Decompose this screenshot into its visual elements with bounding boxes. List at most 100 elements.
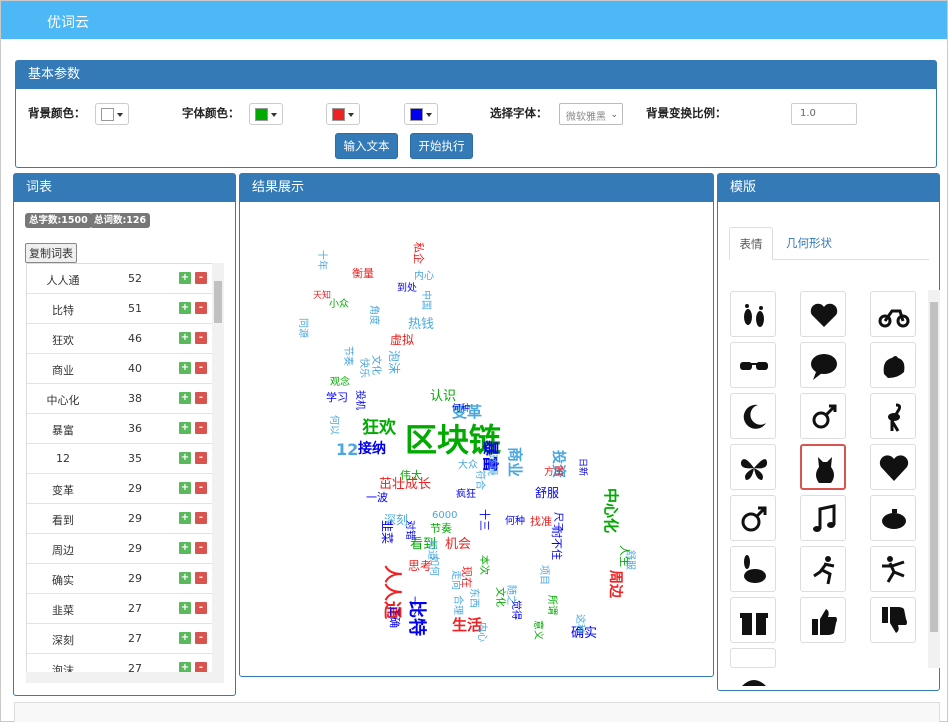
cloud-word: 接纳 xyxy=(358,441,386,457)
cloud-word: 认识 xyxy=(430,389,457,404)
template-icon-male[interactable] xyxy=(730,495,776,541)
cloud-word: 观念 xyxy=(330,377,350,388)
cloud-word: 舒服 xyxy=(535,486,560,500)
music-note-icon xyxy=(813,504,836,532)
partial-icon xyxy=(742,680,766,686)
template-icon-heart[interactable] xyxy=(870,444,916,490)
gender-icon xyxy=(812,404,837,429)
template-icon-rabbit[interactable] xyxy=(730,546,776,592)
cloud-word: 一下 xyxy=(408,596,419,616)
cloud-word: 所谓 xyxy=(546,595,557,615)
sunglasses-icon xyxy=(740,362,768,370)
cloud-word: 中心化 xyxy=(602,488,620,534)
cloud-word: 机会 xyxy=(445,537,472,552)
cloud-word: 伟大 xyxy=(400,469,422,482)
cloud-word: 角度 xyxy=(368,305,379,325)
motorcycle-icon xyxy=(878,309,910,328)
template-icon-gender[interactable] xyxy=(800,393,846,439)
cloud-word: 一波 xyxy=(366,491,388,504)
cloud-word: 热钱 xyxy=(408,317,435,332)
template-icon-sunglasses[interactable] xyxy=(730,342,776,388)
cloud-word: 到处 xyxy=(397,283,417,294)
cloud-word: 同源 xyxy=(297,318,308,338)
template-icon-cat[interactable] xyxy=(800,444,846,490)
scroll-thumb[interactable] xyxy=(930,302,938,632)
cloud-word: 十三 xyxy=(478,509,491,531)
template-icon-gift[interactable] xyxy=(730,597,776,643)
piggy-bank-icon xyxy=(882,509,906,529)
cloud-word: 何种 xyxy=(452,404,471,414)
heron-icon xyxy=(888,403,902,432)
cloud-word: 衡量 xyxy=(352,267,374,280)
butterfly-icon xyxy=(740,459,768,480)
cloud-word: 节奏 xyxy=(430,522,452,535)
gift-icon xyxy=(740,613,768,635)
cloud-word: 内心 xyxy=(414,271,434,282)
runner-icon xyxy=(813,556,835,585)
template-icon-music-note[interactable] xyxy=(800,495,846,541)
cloud-word: 学习 xyxy=(326,391,348,404)
heart-icon xyxy=(879,455,909,481)
cloud-word: 节奏 xyxy=(342,346,353,366)
template-icon-rooster[interactable] xyxy=(870,342,916,388)
cloud-word: 项目 xyxy=(538,565,549,585)
cloud-word: 觉得 xyxy=(510,600,521,620)
cloud-word: 日新 xyxy=(577,458,587,477)
template-icon-footprints[interactable] xyxy=(730,291,776,337)
cloud-word: 内心 xyxy=(476,622,487,642)
cloud-word: 本次 xyxy=(478,555,489,575)
cloud-word: 走向 xyxy=(450,570,461,590)
cat-icon xyxy=(816,457,834,483)
cloud-word: 周边 xyxy=(607,570,623,598)
cloud-word: 12 xyxy=(336,440,359,459)
template-icon-thumbs-up[interactable] xyxy=(800,597,846,643)
tab-emoji[interactable]: 表情 xyxy=(729,227,773,260)
template-icon-piggy-bank[interactable] xyxy=(870,495,916,541)
cloud-word: 天知 xyxy=(313,291,332,301)
cloud-word: 文化 xyxy=(494,587,505,607)
rooster-icon xyxy=(883,356,905,378)
template-icon-hearts[interactable] xyxy=(800,291,846,337)
footprints-icon xyxy=(744,304,764,327)
cloud-word: 十年 xyxy=(316,250,327,270)
cloud-word: 投机 xyxy=(354,390,365,410)
template-scrollbar[interactable] xyxy=(928,290,940,668)
template-icon-butterfly[interactable] xyxy=(730,444,776,490)
cloud-word: 意义 xyxy=(532,620,543,640)
moon-icon xyxy=(743,404,766,429)
cloud-word: 6000 xyxy=(432,510,458,521)
cloud-word: 对错 xyxy=(404,520,415,540)
thumbs-up-icon xyxy=(812,609,837,635)
cloud-word: 正确 xyxy=(388,606,401,628)
cloud-word: 中国 xyxy=(420,290,431,310)
footer-bar xyxy=(14,702,940,722)
tab-shapes[interactable]: 几何形状 xyxy=(779,227,839,260)
thumbs-down-icon xyxy=(882,607,907,633)
cloud-word: 何种 xyxy=(505,516,525,527)
template-icon-skater[interactable] xyxy=(870,546,916,592)
cloud-word: 虚拟 xyxy=(390,333,415,347)
template-icon-runner[interactable] xyxy=(800,546,846,592)
cloud-word: 泡沫 xyxy=(387,350,401,375)
hearts-icon xyxy=(810,303,838,327)
cloud-word: 尺子 xyxy=(552,512,563,532)
cloud-word: 合理 xyxy=(452,595,463,615)
cloud-word: 符合 xyxy=(474,470,485,490)
male-icon xyxy=(741,506,767,532)
skater-icon xyxy=(882,556,905,583)
template-heading: 模版 xyxy=(718,174,939,202)
cloud-word: 找准 xyxy=(530,515,552,528)
cloud-word: 这种 xyxy=(574,614,585,634)
template-icon-heron[interactable] xyxy=(870,393,916,439)
template-icon-thumbs-down[interactable] xyxy=(870,597,916,643)
template-tabs: 表情 几何形状 xyxy=(729,227,929,260)
cloud-word: 狂欢 xyxy=(362,418,396,438)
cloud-word: 快乐 xyxy=(358,358,369,378)
speech-bubble-icon xyxy=(811,354,837,380)
template-icon-partial[interactable] xyxy=(730,648,776,686)
template-icon-moon[interactable] xyxy=(730,393,776,439)
template-icon-speech-bubble[interactable] xyxy=(800,342,846,388)
cloud-word: 韭菜 xyxy=(380,520,394,545)
cloud-word: 疯狂 xyxy=(456,489,476,500)
template-icon-motorcycle[interactable] xyxy=(870,291,916,337)
